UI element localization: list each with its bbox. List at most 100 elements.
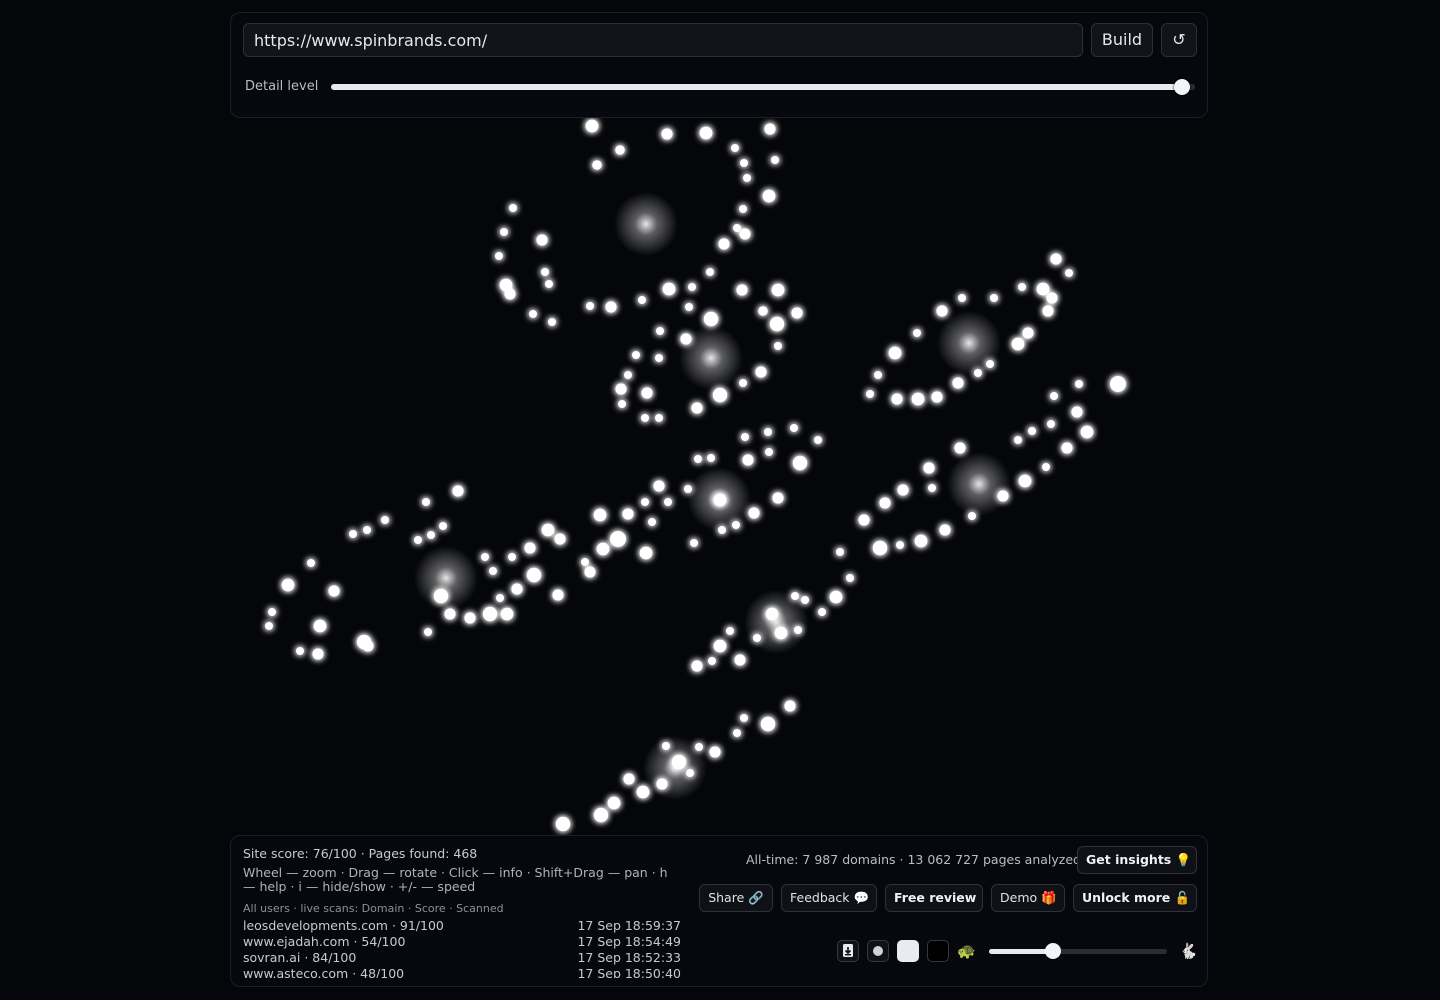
page-node[interactable] — [814, 436, 822, 444]
page-node[interactable] — [464, 612, 476, 624]
page-node[interactable] — [760, 716, 776, 732]
page-node[interactable] — [858, 514, 870, 526]
node-size-small-button[interactable] — [867, 940, 889, 962]
page-node[interactable] — [636, 785, 650, 799]
page-node[interactable] — [706, 268, 714, 276]
page-node[interactable] — [739, 205, 747, 213]
page-node[interactable] — [680, 333, 692, 345]
page-node[interactable] — [363, 526, 371, 534]
page-node[interactable] — [794, 626, 802, 634]
page-node[interactable] — [829, 590, 843, 604]
page-node[interactable] — [641, 414, 649, 422]
detail-level-handle[interactable] — [1174, 79, 1191, 95]
page-node[interactable] — [772, 492, 784, 504]
page-node[interactable] — [607, 796, 621, 810]
page-node[interactable] — [641, 387, 653, 399]
page-node[interactable] — [694, 455, 702, 463]
page-node[interactable] — [593, 508, 607, 522]
page-node[interactable] — [328, 585, 340, 597]
page-node[interactable] — [1080, 425, 1094, 439]
page-node[interactable] — [545, 280, 553, 288]
page-node[interactable] — [769, 316, 785, 332]
page-node[interactable] — [764, 123, 776, 135]
page-node[interactable] — [801, 596, 809, 604]
page-node[interactable] — [638, 296, 646, 304]
unlock-more-button[interactable]: Unlock more 🔓 — [1073, 884, 1197, 912]
page-node[interactable] — [732, 521, 740, 529]
page-node[interactable] — [623, 773, 635, 785]
page-node[interactable] — [656, 778, 668, 790]
dark-theme-button[interactable] — [927, 940, 949, 962]
page-node[interactable] — [1011, 337, 1025, 351]
page-node[interactable] — [541, 268, 549, 276]
page-node[interactable] — [712, 387, 728, 403]
url-input[interactable] — [243, 23, 1083, 57]
page-node[interactable] — [968, 512, 976, 520]
page-node[interactable] — [739, 228, 751, 240]
page-node[interactable] — [792, 455, 808, 471]
page-node[interactable] — [433, 588, 449, 604]
page-node[interactable] — [836, 548, 844, 556]
page-node[interactable] — [307, 559, 315, 567]
page-node[interactable] — [541, 523, 555, 537]
page-node[interactable] — [1042, 463, 1050, 471]
page-node[interactable] — [755, 366, 767, 378]
page-node[interactable] — [718, 238, 730, 250]
share-button[interactable]: Share 🔗 — [699, 884, 773, 912]
page-node[interactable] — [742, 454, 754, 466]
page-node[interactable] — [713, 493, 727, 507]
page-node[interactable] — [731, 144, 739, 152]
page-node[interactable] — [911, 392, 925, 406]
page-node[interactable] — [489, 567, 497, 575]
page-node[interactable] — [632, 351, 640, 359]
light-theme-button[interactable] — [897, 940, 919, 962]
page-node[interactable] — [586, 302, 594, 310]
page-node[interactable] — [548, 318, 556, 326]
page-node[interactable] — [296, 647, 304, 655]
free-review-button[interactable]: Free review — [885, 884, 983, 912]
page-node[interactable] — [762, 189, 776, 203]
page-node[interactable] — [381, 516, 389, 524]
page-node[interactable] — [452, 485, 464, 497]
page-node[interactable] — [913, 329, 921, 337]
page-node[interactable] — [1022, 327, 1034, 339]
page-node[interactable] — [656, 327, 664, 335]
page-node[interactable] — [688, 283, 696, 291]
page-node[interactable] — [952, 377, 964, 389]
page-node[interactable] — [866, 390, 874, 398]
page-node[interactable] — [581, 558, 589, 566]
page-node[interactable] — [555, 816, 571, 832]
page-node[interactable] — [414, 536, 422, 544]
page-node[interactable] — [846, 574, 854, 582]
page-node[interactable] — [508, 553, 516, 561]
page-node[interactable] — [313, 619, 327, 633]
page-node[interactable] — [268, 608, 276, 616]
page-node[interactable] — [1018, 283, 1026, 291]
download-button[interactable] — [837, 940, 859, 962]
page-node[interactable] — [707, 454, 715, 462]
page-node[interactable] — [758, 306, 768, 316]
build-button[interactable]: Build — [1091, 23, 1153, 57]
page-node[interactable] — [641, 498, 649, 506]
page-node[interactable] — [958, 294, 966, 302]
page-node[interactable] — [897, 484, 909, 496]
page-node[interactable] — [791, 592, 799, 600]
page-node[interactable] — [879, 497, 891, 509]
page-node[interactable] — [896, 541, 904, 549]
page-node[interactable] — [495, 252, 503, 260]
scan-row[interactable]: www.asteco.com · 48/100 17 Sep 18:50:40 — [243, 966, 681, 978]
page-node[interactable] — [726, 627, 734, 635]
page-node[interactable] — [1047, 420, 1055, 428]
page-node[interactable] — [362, 640, 374, 652]
page-node[interactable] — [1046, 292, 1058, 304]
page-node[interactable] — [686, 769, 694, 777]
page-node[interactable] — [708, 657, 716, 665]
page-node[interactable] — [713, 639, 727, 653]
page-node[interactable] — [954, 442, 966, 454]
page-node[interactable] — [734, 654, 746, 666]
page-node[interactable] — [1071, 406, 1083, 418]
page-node[interactable] — [504, 288, 516, 300]
page-node[interactable] — [424, 628, 432, 636]
page-node[interactable] — [422, 498, 430, 506]
page-node[interactable] — [622, 508, 634, 520]
